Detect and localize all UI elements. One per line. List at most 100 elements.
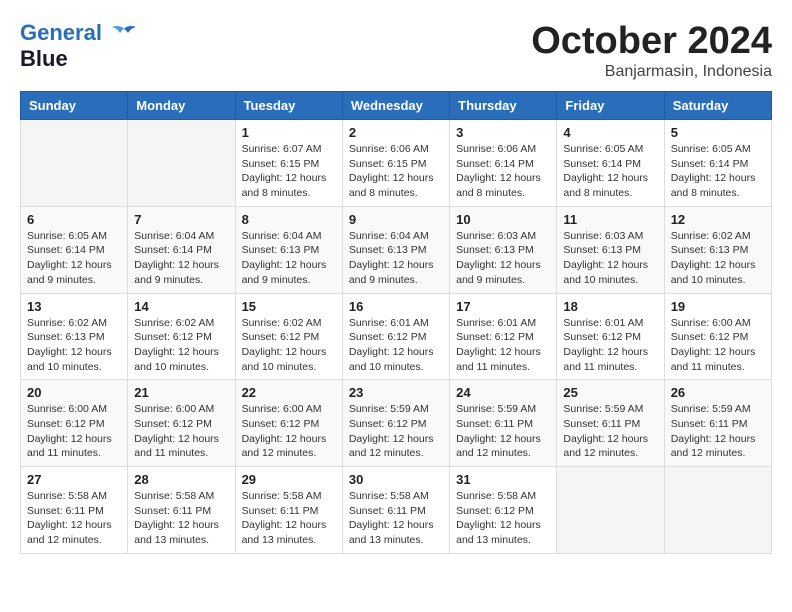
table-row: 9 Sunrise: 6:04 AM Sunset: 6:13 PM Daylig… (342, 206, 449, 293)
day-number: 17 (456, 299, 550, 314)
day-info: Sunrise: 6:06 AM Sunset: 6:15 PM Dayligh… (349, 142, 443, 201)
day-number: 7 (134, 212, 228, 227)
day-number: 10 (456, 212, 550, 227)
month-title: October 2024 (531, 20, 772, 63)
day-info: Sunrise: 6:07 AM Sunset: 6:15 PM Dayligh… (242, 142, 336, 201)
day-info: Sunrise: 6:01 AM Sunset: 6:12 PM Dayligh… (456, 316, 550, 375)
day-info: Sunrise: 6:05 AM Sunset: 6:14 PM Dayligh… (27, 229, 121, 288)
day-number: 5 (671, 125, 765, 140)
table-row: 18 Sunrise: 6:01 AM Sunset: 6:12 PM Dayli… (557, 293, 664, 380)
day-info: Sunrise: 6:03 AM Sunset: 6:13 PM Dayligh… (456, 229, 550, 288)
day-number: 18 (563, 299, 657, 314)
day-number: 31 (456, 472, 550, 487)
day-number: 27 (27, 472, 121, 487)
calendar: Sunday Monday Tuesday Wednesday Thursday… (20, 91, 772, 554)
table-row: 3Sunrise: 6:06 AM Sunset: 6:14 PM Daylig… (450, 120, 557, 207)
day-info: Sunrise: 6:02 AM Sunset: 6:12 PM Dayligh… (242, 316, 336, 375)
table-row: 4Sunrise: 6:05 AM Sunset: 6:14 PM Daylig… (557, 120, 664, 207)
day-number: 25 (563, 385, 657, 400)
col-thursday: Thursday (450, 92, 557, 120)
col-sunday: Sunday (21, 92, 128, 120)
day-info: Sunrise: 6:04 AM Sunset: 6:13 PM Dayligh… (242, 229, 336, 288)
day-number: 23 (349, 385, 443, 400)
day-number: 21 (134, 385, 228, 400)
day-number: 20 (27, 385, 121, 400)
day-info: Sunrise: 5:59 AM Sunset: 6:11 PM Dayligh… (671, 402, 765, 461)
day-number: 8 (242, 212, 336, 227)
day-number: 16 (349, 299, 443, 314)
day-info: Sunrise: 6:02 AM Sunset: 6:13 PM Dayligh… (671, 229, 765, 288)
day-number: 4 (563, 125, 657, 140)
calendar-week-row: 27 Sunrise: 5:58 AM Sunset: 6:11 PM Dayli… (21, 467, 772, 554)
day-info: Sunrise: 6:00 AM Sunset: 6:12 PM Dayligh… (671, 316, 765, 375)
day-info: Sunrise: 6:04 AM Sunset: 6:13 PM Dayligh… (349, 229, 443, 288)
table-row: 16Sunrise: 6:01 AM Sunset: 6:12 PM Dayli… (342, 293, 449, 380)
table-row: 20 Sunrise: 6:00 AM Sunset: 6:12 PM Dayli… (21, 380, 128, 467)
day-info: Sunrise: 5:58 AM Sunset: 6:12 PM Dayligh… (456, 489, 550, 548)
col-saturday: Saturday (664, 92, 771, 120)
table-row: 6 Sunrise: 6:05 AM Sunset: 6:14 PM Daylig… (21, 206, 128, 293)
table-row: 7 Sunrise: 6:04 AM Sunset: 6:14 PM Daylig… (128, 206, 235, 293)
table-row: 1 Sunrise: 6:07 AM Sunset: 6:15 PM Daylig… (235, 120, 342, 207)
day-info: Sunrise: 6:02 AM Sunset: 6:13 PM Dayligh… (27, 316, 121, 375)
calendar-week-row: 13 Sunrise: 6:02 AM Sunset: 6:13 PM Dayli… (21, 293, 772, 380)
table-row: 31 Sunrise: 5:58 AM Sunset: 6:12 PM Dayli… (450, 467, 557, 554)
table-row: 17 Sunrise: 6:01 AM Sunset: 6:12 PM Dayli… (450, 293, 557, 380)
col-monday: Monday (128, 92, 235, 120)
day-number: 13 (27, 299, 121, 314)
day-number: 11 (563, 212, 657, 227)
table-row: 28 Sunrise: 5:58 AM Sunset: 6:11 PM Dayli… (128, 467, 235, 554)
day-number: 24 (456, 385, 550, 400)
day-info: Sunrise: 5:59 AM Sunset: 6:12 PM Dayligh… (349, 402, 443, 461)
day-number: 29 (242, 472, 336, 487)
calendar-week-row: 6 Sunrise: 6:05 AM Sunset: 6:14 PM Daylig… (21, 206, 772, 293)
calendar-week-row: 1 Sunrise: 6:07 AM Sunset: 6:15 PM Daylig… (21, 120, 772, 207)
table-row: 14Sunrise: 6:02 AM Sunset: 6:12 PM Dayli… (128, 293, 235, 380)
day-info: Sunrise: 5:58 AM Sunset: 6:11 PM Dayligh… (134, 489, 228, 548)
day-number: 1 (242, 125, 336, 140)
table-row (128, 120, 235, 207)
day-number: 9 (349, 212, 443, 227)
day-number: 6 (27, 212, 121, 227)
logo-subtext: Blue (20, 46, 68, 71)
table-row: 19Sunrise: 6:00 AM Sunset: 6:12 PM Dayli… (664, 293, 771, 380)
day-info: Sunrise: 5:58 AM Sunset: 6:11 PM Dayligh… (349, 489, 443, 548)
day-info: Sunrise: 5:59 AM Sunset: 6:11 PM Dayligh… (563, 402, 657, 461)
title-area: October 2024 Banjarmasin, Indonesia (531, 20, 772, 81)
table-row: 29 Sunrise: 5:58 AM Sunset: 6:11 PM Dayli… (235, 467, 342, 554)
day-info: Sunrise: 5:58 AM Sunset: 6:11 PM Dayligh… (242, 489, 336, 548)
table-row: 30Sunrise: 5:58 AM Sunset: 6:11 PM Dayli… (342, 467, 449, 554)
day-number: 15 (242, 299, 336, 314)
day-info: Sunrise: 5:59 AM Sunset: 6:11 PM Dayligh… (456, 402, 550, 461)
calendar-header-row: Sunday Monday Tuesday Wednesday Thursday… (21, 92, 772, 120)
day-number: 14 (134, 299, 228, 314)
day-number: 2 (349, 125, 443, 140)
day-info: Sunrise: 5:58 AM Sunset: 6:11 PM Dayligh… (27, 489, 121, 548)
day-info: Sunrise: 6:01 AM Sunset: 6:12 PM Dayligh… (563, 316, 657, 375)
day-number: 28 (134, 472, 228, 487)
table-row: 11Sunrise: 6:03 AM Sunset: 6:13 PM Dayli… (557, 206, 664, 293)
table-row (21, 120, 128, 207)
logo-text: General (20, 20, 138, 46)
table-row: 23 Sunrise: 5:59 AM Sunset: 6:12 PM Dayli… (342, 380, 449, 467)
calendar-week-row: 20 Sunrise: 6:00 AM Sunset: 6:12 PM Dayli… (21, 380, 772, 467)
table-row: 5 Sunrise: 6:05 AM Sunset: 6:14 PM Daylig… (664, 120, 771, 207)
table-row (664, 467, 771, 554)
table-row: 27 Sunrise: 5:58 AM Sunset: 6:11 PM Dayli… (21, 467, 128, 554)
table-row: 10 Sunrise: 6:03 AM Sunset: 6:13 PM Dayli… (450, 206, 557, 293)
day-info: Sunrise: 6:00 AM Sunset: 6:12 PM Dayligh… (27, 402, 121, 461)
day-number: 3 (456, 125, 550, 140)
day-info: Sunrise: 6:04 AM Sunset: 6:14 PM Dayligh… (134, 229, 228, 288)
day-number: 12 (671, 212, 765, 227)
logo-bird-icon (110, 25, 138, 43)
table-row: 25 Sunrise: 5:59 AM Sunset: 6:11 PM Dayli… (557, 380, 664, 467)
day-info: Sunrise: 6:00 AM Sunset: 6:12 PM Dayligh… (134, 402, 228, 461)
table-row: 24 Sunrise: 5:59 AM Sunset: 6:11 PM Dayli… (450, 380, 557, 467)
table-row: 12 Sunrise: 6:02 AM Sunset: 6:13 PM Dayli… (664, 206, 771, 293)
col-wednesday: Wednesday (342, 92, 449, 120)
location-title: Banjarmasin, Indonesia (531, 63, 772, 81)
table-row (557, 467, 664, 554)
day-info: Sunrise: 6:05 AM Sunset: 6:14 PM Dayligh… (671, 142, 765, 201)
logo: General Blue (20, 20, 138, 72)
table-row: 26Sunrise: 5:59 AM Sunset: 6:11 PM Dayli… (664, 380, 771, 467)
